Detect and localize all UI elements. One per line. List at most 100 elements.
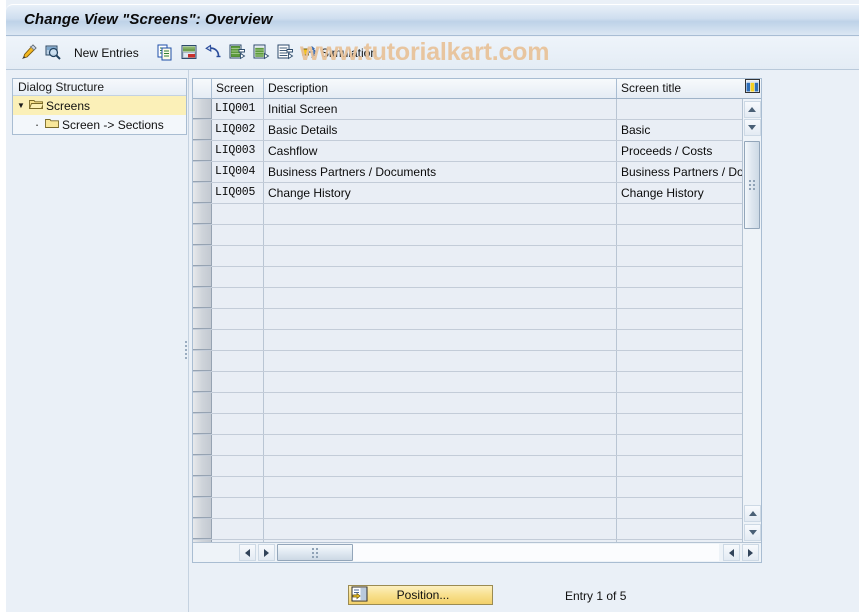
table-row[interactable]: LIQ002 Basic Details Basic [193, 120, 742, 141]
cell-screen[interactable] [212, 351, 264, 371]
scroll-page-up-button[interactable] [744, 505, 761, 522]
splitter-grip[interactable] [183, 339, 189, 361]
cell-screen-title[interactable] [617, 519, 742, 539]
cell-description[interactable] [264, 309, 617, 329]
cell-screen[interactable]: LIQ003 [212, 141, 264, 161]
cell-screen-title[interactable] [617, 225, 742, 245]
hscroll-page-right-button[interactable] [742, 544, 759, 561]
cell-description[interactable] [264, 288, 617, 308]
cell-screen-title[interactable]: Basic [617, 120, 742, 140]
cell-description[interactable] [264, 519, 617, 539]
row-select-button[interactable] [193, 498, 212, 518]
table-row[interactable]: LIQ005 Change History Change History [193, 183, 742, 204]
cell-description[interactable] [264, 498, 617, 518]
table-row[interactable] [193, 435, 742, 456]
cell-screen-title[interactable] [617, 246, 742, 266]
cell-screen-title[interactable] [617, 498, 742, 518]
copy-button[interactable] [156, 42, 174, 64]
cell-description[interactable]: Change History [264, 183, 617, 203]
cell-screen[interactable] [212, 246, 264, 266]
hscroll-right-button[interactable] [258, 544, 275, 561]
row-select-button[interactable] [193, 288, 212, 308]
hscroll-left-button[interactable] [239, 544, 256, 561]
column-header-screen-title[interactable]: Screen title [617, 79, 744, 98]
hscroll-page-left-button[interactable] [723, 544, 740, 561]
cell-screen[interactable]: LIQ002 [212, 120, 264, 140]
table-row[interactable]: LIQ003 Cashflow Proceeds / Costs [193, 141, 742, 162]
sidebar-item-screen-sections[interactable]: · Screen -> Sections [13, 115, 186, 134]
sidebar-item-screens[interactable]: ▼ Screens [13, 96, 186, 115]
cell-screen[interactable] [212, 288, 264, 308]
cell-description[interactable] [264, 330, 617, 350]
scroll-page-down-button[interactable] [744, 524, 761, 541]
cell-description[interactable] [264, 267, 617, 287]
table-row[interactable] [193, 456, 742, 477]
row-select-button[interactable] [193, 120, 212, 140]
cell-screen-title[interactable] [617, 414, 742, 434]
row-select-button[interactable] [193, 372, 212, 392]
table-row[interactable] [193, 393, 742, 414]
cell-description[interactable] [264, 414, 617, 434]
cell-description[interactable] [264, 204, 617, 224]
table-row[interactable] [193, 498, 742, 519]
table-row[interactable] [193, 414, 742, 435]
cell-screen-title[interactable] [617, 351, 742, 371]
cell-screen-title[interactable] [617, 99, 742, 119]
undo-button[interactable] [204, 42, 222, 64]
cell-screen-title[interactable] [617, 330, 742, 350]
cell-screen[interactable] [212, 519, 264, 539]
row-select-button[interactable] [193, 330, 212, 350]
row-select-button[interactable] [193, 225, 212, 245]
cell-screen-title[interactable] [617, 477, 742, 497]
table-row[interactable]: LIQ004 Business Partners / Documents Busin… [193, 162, 742, 183]
table-row[interactable] [193, 246, 742, 267]
change-display-button[interactable] [20, 42, 38, 64]
cell-screen[interactable] [212, 372, 264, 392]
simulation-button[interactable]: Simulation [300, 42, 377, 64]
column-config-button[interactable] [744, 79, 761, 98]
cell-screen[interactable] [212, 309, 264, 329]
table-row[interactable] [193, 288, 742, 309]
row-select-button[interactable] [193, 99, 212, 119]
cell-screen-title[interactable] [617, 456, 742, 476]
new-entries-button[interactable]: New Entries [74, 42, 139, 64]
cell-description[interactable]: Business Partners / Documents [264, 162, 617, 182]
vertical-scroll-thumb[interactable] [744, 141, 760, 229]
table-row[interactable] [193, 204, 742, 225]
select-block-button[interactable] [276, 42, 294, 64]
cell-screen-title[interactable] [617, 372, 742, 392]
row-select-button[interactable] [193, 456, 212, 476]
cell-screen-title[interactable]: Business Partners / Doc [617, 162, 742, 182]
table-row[interactable] [193, 267, 742, 288]
cell-description[interactable] [264, 372, 617, 392]
table-row[interactable] [193, 309, 742, 330]
cell-screen[interactable] [212, 330, 264, 350]
cell-description[interactable] [264, 477, 617, 497]
table-row[interactable]: LIQ001 Initial Screen [193, 99, 742, 120]
scroll-up-button[interactable] [743, 101, 761, 118]
table-vertical-scrollbar[interactable] [742, 99, 761, 542]
display-details-button[interactable] [44, 42, 62, 64]
row-select-button[interactable] [193, 141, 212, 161]
chevron-down-icon[interactable]: ▼ [13, 101, 29, 110]
cell-screen[interactable] [212, 456, 264, 476]
cell-description[interactable] [264, 225, 617, 245]
save-button[interactable] [180, 42, 198, 64]
scroll-down-button[interactable] [743, 119, 761, 136]
position-button[interactable]: Position... [348, 585, 493, 605]
cell-screen[interactable] [212, 435, 264, 455]
cell-description[interactable]: Basic Details [264, 120, 617, 140]
cell-description[interactable] [264, 456, 617, 476]
table-row[interactable] [193, 351, 742, 372]
table-row[interactable] [193, 519, 742, 540]
cell-screen[interactable] [212, 477, 264, 497]
deselect-all-button[interactable] [252, 42, 270, 64]
cell-description[interactable] [264, 351, 617, 371]
column-header-description[interactable]: Description [264, 79, 617, 98]
select-all-button[interactable] [228, 42, 246, 64]
row-select-button[interactable] [193, 393, 212, 413]
row-select-button[interactable] [193, 267, 212, 287]
cell-screen-title[interactable] [617, 267, 742, 287]
cell-screen[interactable] [212, 267, 264, 287]
cell-screen[interactable] [212, 225, 264, 245]
